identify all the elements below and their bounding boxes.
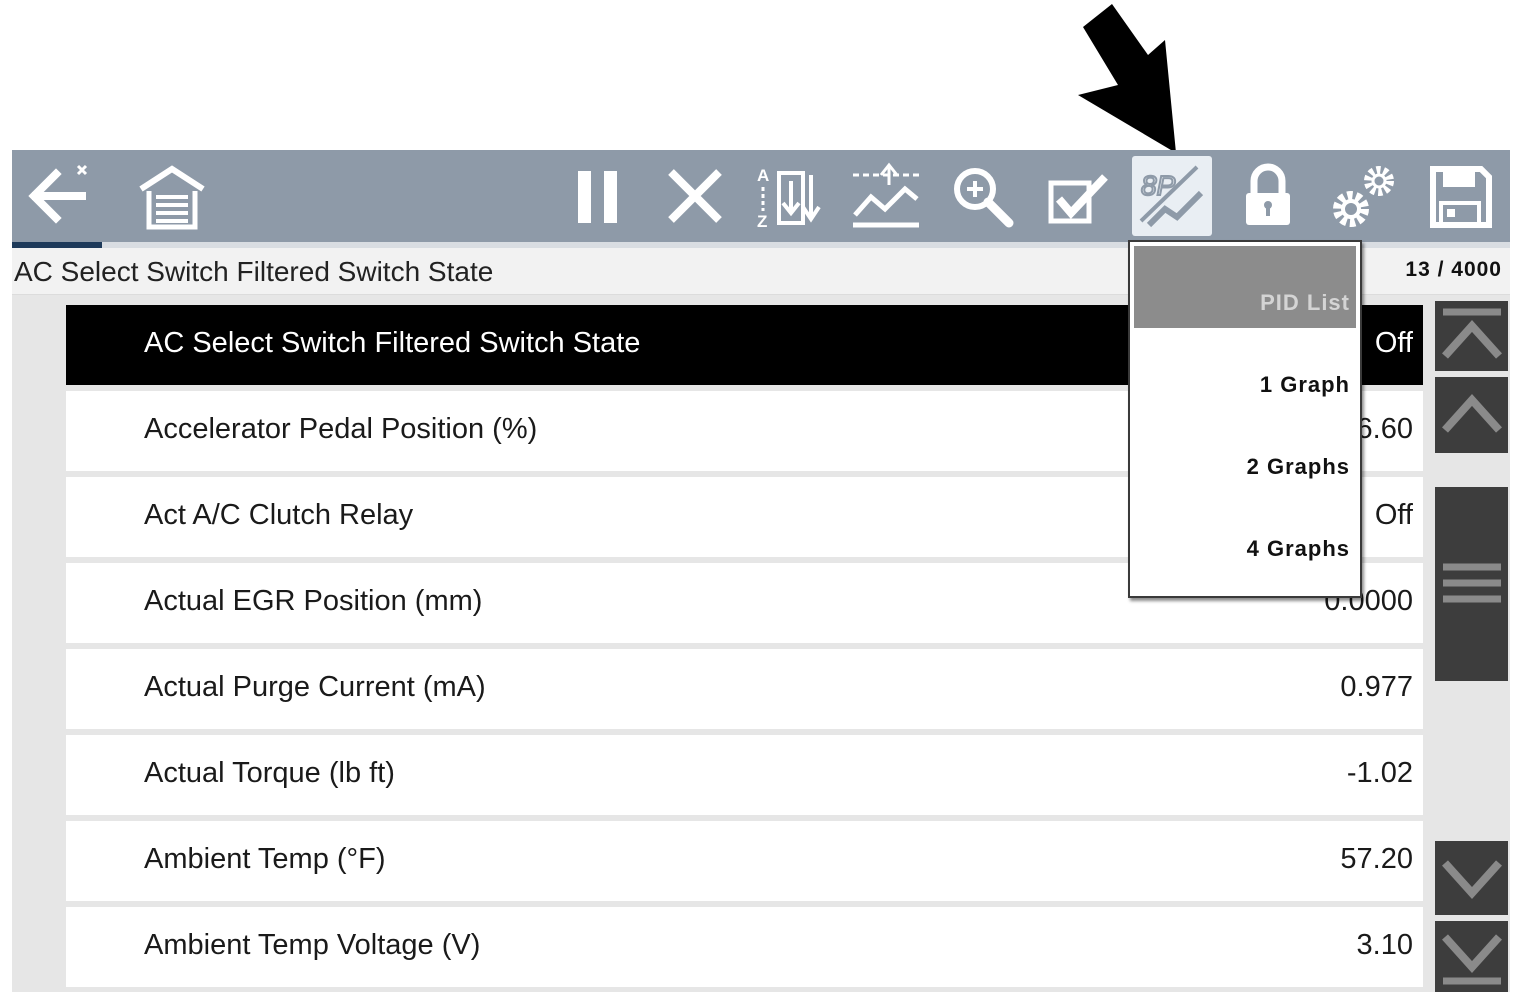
view-menu-item-4-graphs[interactable]: 4 Graphs (1134, 492, 1356, 574)
clear-button[interactable] (655, 156, 735, 236)
sort-button[interactable]: A Z (750, 156, 830, 236)
first-page-icon (1441, 308, 1502, 359)
pid-name: Actual EGR Position (mm) (144, 585, 483, 617)
triggers-icon (853, 162, 919, 228)
scroll-thumb[interactable] (1435, 487, 1508, 681)
triggers-button[interactable] (846, 156, 926, 236)
view-menu-item-1-graph[interactable]: 1 Graph (1134, 328, 1356, 410)
pid-value: -1.02 (1346, 757, 1413, 789)
pid-name: Ambient Temp (°F) (144, 843, 386, 875)
pid-value: Off (1374, 499, 1413, 531)
lock-button[interactable] (1228, 156, 1308, 236)
view-menu-label: 1 Graph (1259, 372, 1350, 397)
pid-value: 3.10 (1356, 929, 1413, 961)
pid-value: 57.20 (1340, 843, 1413, 875)
last-page-icon (1441, 933, 1502, 984)
pid-name: Act A/C Clutch Relay (144, 499, 414, 531)
save-icon (1430, 166, 1492, 228)
page-up-icon (1441, 394, 1502, 433)
pid-row[interactable]: Ambient Temp (°F) 57.20 (66, 821, 1423, 901)
selected-pid-title: AC Select Switch Filtered Switch State (14, 256, 494, 287)
pause-button[interactable] (558, 156, 638, 236)
view-menu-item-2-graphs[interactable]: 2 Graphs (1134, 410, 1356, 492)
save-button[interactable] (1420, 156, 1500, 236)
page-down-button[interactable] (1435, 841, 1508, 915)
page-down-icon (1441, 860, 1502, 899)
pid-name: Accelerator Pedal Position (%) (144, 413, 538, 445)
sort-icon: A Z (757, 166, 821, 231)
settings-button[interactable] (1324, 156, 1404, 236)
view-menu: PID List 1 Graph 2 Graphs 4 Graphs (1128, 240, 1362, 598)
pid-row[interactable]: Actual Torque (lb ft) -1.02 (66, 735, 1423, 815)
pid-row[interactable]: Ambient Temp Voltage (V) 3.10 (66, 907, 1423, 987)
view-graph-button[interactable]: 8P (1132, 156, 1212, 236)
lock-icon (1246, 163, 1290, 225)
toolbar: A Z 8P (12, 150, 1510, 242)
svg-text:A: A (757, 166, 769, 185)
scan-data-screen: A Z 8P AC Select Switch Filtered Switch … (12, 150, 1510, 992)
pid-name: Ambient Temp Voltage (V) (144, 929, 481, 961)
page-up-button[interactable] (1435, 377, 1508, 453)
clear-icon (668, 169, 722, 223)
zoom-button[interactable] (942, 156, 1022, 236)
pid-counter: 13 / 4000 (1405, 258, 1502, 281)
drag-handle-icon (1442, 563, 1501, 603)
first-page-button[interactable] (1435, 301, 1508, 371)
pid-value: 6.60 (1356, 413, 1413, 445)
view-menu-label: 4 Graphs (1246, 536, 1350, 561)
svg-text:Z: Z (757, 212, 767, 231)
callout-arrow-icon (1078, 4, 1176, 153)
view-graph-icon: 8P (1139, 165, 1204, 228)
pid-row[interactable]: Actual Purge Current (mA) 0.977 (66, 649, 1423, 729)
back-exit-icon (28, 164, 88, 224)
pause-icon (578, 171, 617, 223)
view-menu-item-pid-list[interactable]: PID List (1134, 246, 1356, 328)
zoom-icon (954, 168, 1014, 228)
pid-name: AC Select Switch Filtered Switch State (144, 327, 641, 359)
svg-text:8P: 8P (1141, 170, 1176, 201)
custom-list-button[interactable] (1038, 156, 1118, 236)
pid-value: 0.977 (1340, 671, 1413, 703)
back-exit-button[interactable] (20, 156, 100, 236)
last-page-button[interactable] (1435, 921, 1508, 992)
scrollbar[interactable] (1432, 295, 1510, 992)
home-garage-icon (139, 165, 205, 230)
pid-name: Actual Purge Current (mA) (144, 671, 486, 703)
view-menu-label: 2 Graphs (1246, 454, 1350, 479)
pid-value: Off (1374, 327, 1413, 359)
settings-icon (1333, 166, 1394, 227)
custom-list-icon (1048, 174, 1108, 224)
view-menu-label: PID List (1260, 290, 1350, 315)
home-button[interactable] (132, 156, 212, 236)
pid-name: Actual Torque (lb ft) (144, 757, 395, 789)
